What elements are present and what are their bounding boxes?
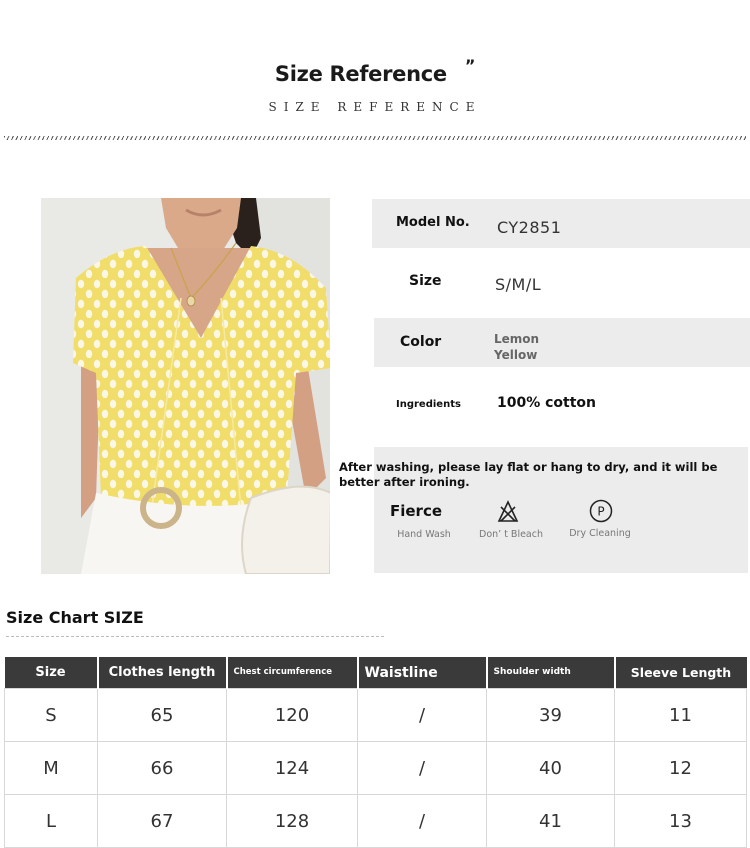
care-caption-dry-cleaning: Dry Cleaning <box>569 528 631 539</box>
product-photo <box>41 198 330 574</box>
table-row: S 65 120 / 39 11 <box>4 688 747 742</box>
color-label: Color <box>400 334 442 350</box>
dry-cleaning-icon: P <box>589 499 613 523</box>
cell-shoulder-width: 41 <box>486 794 615 848</box>
size-chart-title: Size Chart SIZE <box>6 608 144 627</box>
header-shoulder-width: Shoulder width <box>485 657 615 689</box>
cell-chest: 120 <box>226 688 358 742</box>
cell-waistline: / <box>357 794 487 848</box>
color-value-line2: Yellow <box>494 348 538 362</box>
care-label: Fierce <box>390 502 443 520</box>
cell-sleeve-length: 12 <box>614 741 747 795</box>
title-quote-mark: ” <box>464 56 476 75</box>
model-label: Model No. <box>396 215 470 230</box>
header-clothes-length: Clothes length <box>96 657 227 689</box>
cell-size: L <box>4 794 98 848</box>
header-divider <box>4 136 746 140</box>
cell-waistline: / <box>357 688 487 742</box>
header-size: Size <box>4 657 98 689</box>
cell-shoulder-width: 40 <box>486 741 615 795</box>
cell-waistline: / <box>357 741 487 795</box>
product-photo-illustration <box>41 198 330 574</box>
care-caption-hand-wash: Hand Wash <box>397 529 451 540</box>
cell-sleeve-length: 11 <box>614 688 747 742</box>
cell-shoulder-width: 39 <box>486 688 615 742</box>
cell-chest: 124 <box>226 741 358 795</box>
header-chest: Chest circumference <box>225 657 358 689</box>
svg-text:P: P <box>597 505 604 519</box>
model-value: CY2851 <box>497 218 562 237</box>
color-value-line1: Lemon <box>494 332 540 346</box>
size-chart-divider <box>6 636 384 637</box>
cell-size: M <box>4 741 98 795</box>
cell-size: S <box>4 688 98 742</box>
size-chart-header-row: Size Clothes length Chest circumference … <box>4 657 747 689</box>
table-row: L 67 128 / 41 13 <box>4 794 747 848</box>
ingredients-value: 100% cotton <box>497 395 597 411</box>
table-row: M 66 124 / 40 12 <box>4 741 747 795</box>
header-waistline: Waistline <box>356 657 487 689</box>
page-title: Size Reference ” <box>0 56 750 86</box>
ingredients-label: Ingredients <box>396 399 461 410</box>
header-sleeve-length: Sleeve Length <box>613 657 747 689</box>
size-label: Size <box>409 273 442 289</box>
care-note: After washing, please lay flat or hang t… <box>339 460 718 489</box>
cell-clothes-length: 67 <box>97 794 227 848</box>
page-subtitle: SIZE REFERENCE <box>268 100 482 114</box>
cell-clothes-length: 66 <box>97 741 227 795</box>
size-value: S/M/L <box>495 275 542 294</box>
cell-clothes-length: 65 <box>97 688 227 742</box>
cell-sleeve-length: 13 <box>614 794 747 848</box>
cell-chest: 128 <box>226 794 358 848</box>
care-caption-dont-bleach: Don’ t Bleach <box>479 529 543 540</box>
size-chart-table: Size Clothes length Chest circumference … <box>4 657 747 848</box>
page-title-text: Size Reference <box>274 62 447 86</box>
hand-wash-icon <box>497 499 519 525</box>
color-value: Lemon Yellow <box>494 331 539 363</box>
